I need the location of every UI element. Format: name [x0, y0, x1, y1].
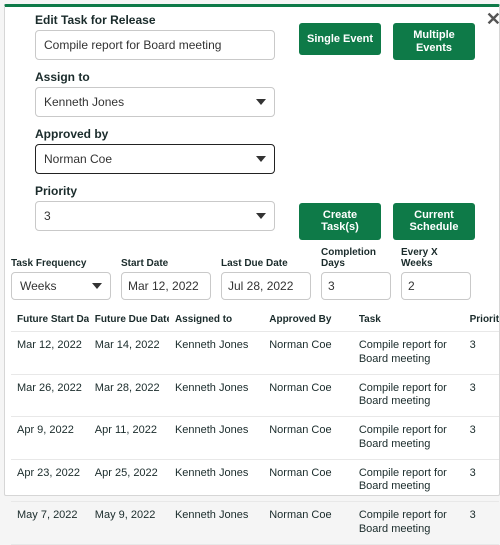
th-future-due: Future Due Dates — [89, 310, 169, 332]
assign-to-label: Assign to — [35, 70, 283, 84]
cell-ass: Kenneth Jones — [169, 502, 263, 545]
schedule-table: Future Start Dates Future Due Dates Assi… — [11, 310, 499, 545]
task-name-input[interactable] — [35, 30, 275, 60]
cell-fsd: Apr 23, 2022 — [11, 459, 89, 502]
every-x-weeks-input[interactable] — [401, 272, 471, 300]
cell-fdd: May 9, 2022 — [89, 502, 169, 545]
th-assigned-to: Assigned to — [169, 310, 263, 332]
edit-task-modal: ✕ Edit Task for Release Assign to Kennet… — [4, 4, 500, 496]
task-frequency-label: Task Frequency — [11, 258, 111, 269]
table-row: Apr 9, 2022Apr 11, 2022Kenneth JonesNorm… — [11, 417, 499, 460]
start-date-input[interactable] — [121, 272, 211, 300]
cell-fsd: Mar 26, 2022 — [11, 374, 89, 417]
table-row: Mar 12, 2022Mar 14, 2022Kenneth JonesNor… — [11, 332, 499, 375]
start-date-label: Start Date — [121, 258, 211, 269]
cell-app: Norman Coe — [263, 459, 353, 502]
spacer — [299, 73, 489, 185]
cell-prio: 3 — [464, 374, 499, 417]
edit-task-title: Edit Task for Release — [35, 13, 283, 27]
cell-ass: Kenneth Jones — [169, 459, 263, 502]
multiple-events-button[interactable]: Multiple Events — [393, 23, 475, 60]
cell-prio: 3 — [464, 459, 499, 502]
cell-app: Norman Coe — [263, 332, 353, 375]
approved-by-label: Approved by — [35, 127, 283, 141]
cell-prio: 3 — [464, 502, 499, 545]
cell-prio: 3 — [464, 332, 499, 375]
priority-label: Priority — [35, 184, 283, 198]
priority-select[interactable]: 3 — [35, 201, 275, 231]
cell-task: Compile report for Board meeting — [353, 332, 464, 375]
cell-app: Norman Coe — [263, 417, 353, 460]
close-icon[interactable]: ✕ — [486, 9, 500, 30]
cell-app: Norman Coe — [263, 502, 353, 545]
table-row: Mar 26, 2022Mar 28, 2022Kenneth JonesNor… — [11, 374, 499, 417]
assign-to-select[interactable]: Kenneth Jones — [35, 87, 275, 117]
cell-fdd: Apr 11, 2022 — [89, 417, 169, 460]
params-row: Task Frequency Weeks Start Date Last Due… — [5, 241, 499, 300]
cell-task: Compile report for Board meeting — [353, 502, 464, 545]
cell-ass: Kenneth Jones — [169, 332, 263, 375]
cell-fdd: Mar 28, 2022 — [89, 374, 169, 417]
table-row: Apr 23, 2022Apr 25, 2022Kenneth JonesNor… — [11, 459, 499, 502]
cell-fsd: Apr 9, 2022 — [11, 417, 89, 460]
table-row: May 7, 2022May 9, 2022Kenneth JonesNorma… — [11, 502, 499, 545]
completion-days-input[interactable] — [321, 272, 391, 300]
last-due-date-label: Last Due Date — [221, 258, 311, 269]
cell-prio: 3 — [464, 417, 499, 460]
cell-ass: Kenneth Jones — [169, 417, 263, 460]
cell-fdd: Mar 14, 2022 — [89, 332, 169, 375]
th-task: Task — [353, 310, 464, 332]
create-tasks-button[interactable]: Create Task(s) — [299, 203, 381, 240]
every-x-weeks-label: Every X Weeks — [401, 247, 471, 269]
cell-ass: Kenneth Jones — [169, 374, 263, 417]
cell-task: Compile report for Board meeting — [353, 417, 464, 460]
cell-fsd: May 7, 2022 — [11, 502, 89, 545]
th-future-start: Future Start Dates — [11, 310, 89, 332]
cell-task: Compile report for Board meeting — [353, 459, 464, 502]
cell-app: Norman Coe — [263, 374, 353, 417]
table-header-row: Future Start Dates Future Due Dates Assi… — [11, 310, 499, 332]
th-priority: Priority — [464, 310, 499, 332]
approved-by-select[interactable]: Norman Coe — [35, 144, 275, 174]
task-frequency-select[interactable]: Weeks — [11, 272, 111, 300]
cell-task: Compile report for Board meeting — [353, 374, 464, 417]
current-schedule-button[interactable]: Current Schedule — [393, 203, 475, 240]
last-due-date-input[interactable] — [221, 272, 311, 300]
completion-days-label: Completion Days — [321, 247, 391, 269]
cell-fdd: Apr 25, 2022 — [89, 459, 169, 502]
single-event-button[interactable]: Single Event — [299, 23, 381, 55]
th-approved-by: Approved By — [263, 310, 353, 332]
cell-fsd: Mar 12, 2022 — [11, 332, 89, 375]
